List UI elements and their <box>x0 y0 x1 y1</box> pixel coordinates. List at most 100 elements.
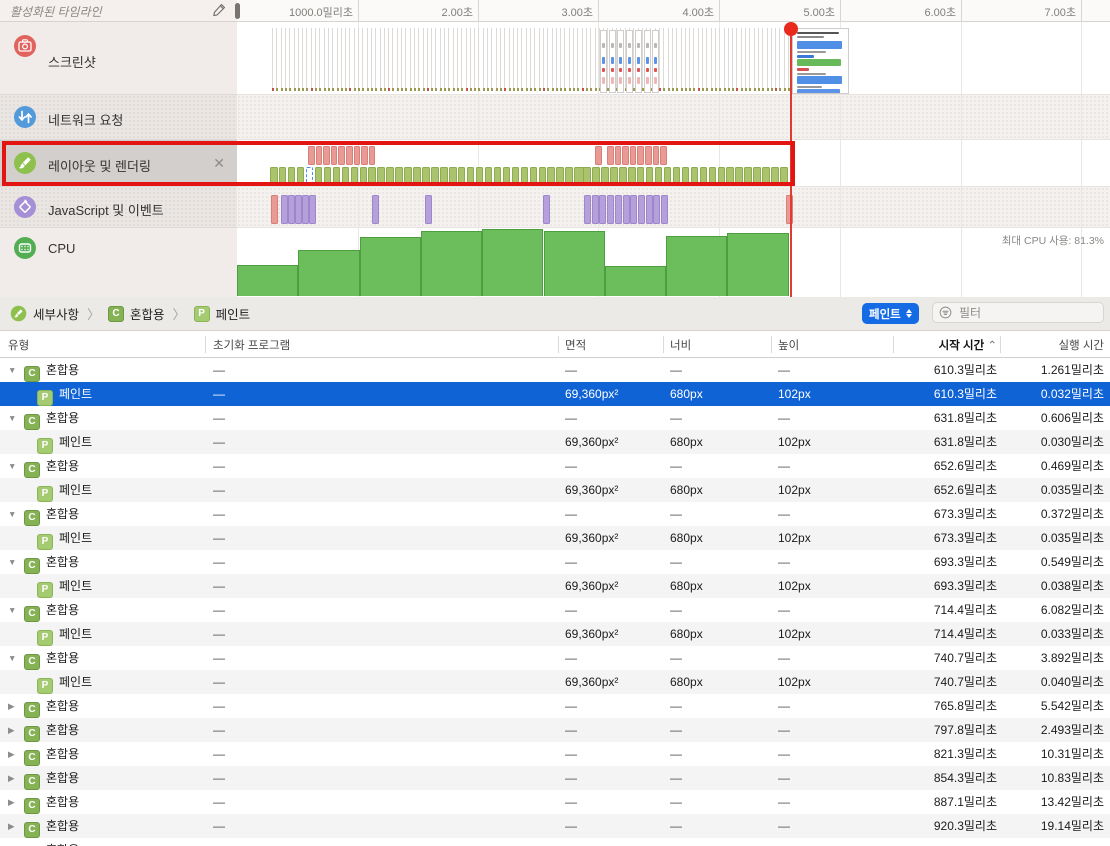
script-record-bar[interactable] <box>295 195 302 224</box>
paint-record-bar[interactable] <box>467 167 475 184</box>
paint-record-bar[interactable] <box>610 167 618 184</box>
paint-record-bar[interactable] <box>726 167 734 184</box>
layout-record-bar[interactable] <box>338 146 345 165</box>
screenshot-frame-line[interactable] <box>560 28 561 90</box>
screenshot-frame-line[interactable] <box>672 28 673 90</box>
table-row[interactable]: ▶C혼합용———— <box>0 838 1110 846</box>
table-row[interactable]: ▼C혼합용————693.3밀리초0.549밀리초 <box>0 550 1110 574</box>
script-record-bar[interactable] <box>592 195 599 224</box>
screenshot-frame-line[interactable] <box>676 28 677 90</box>
screenshot-frame-line[interactable] <box>306 28 307 90</box>
screenshot-frame-line[interactable] <box>724 28 725 90</box>
paint-record-bar[interactable] <box>539 167 547 184</box>
screenshot-frame-line[interactable] <box>294 28 295 90</box>
script-record-bar[interactable] <box>646 195 653 224</box>
paint-record-bar[interactable] <box>404 167 412 184</box>
script-record-bar[interactable] <box>599 195 606 224</box>
paint-record-bar[interactable] <box>565 167 573 184</box>
paint-record-bar[interactable] <box>333 167 341 184</box>
screenshot-frame-line[interactable] <box>380 28 381 90</box>
column-divider[interactable] <box>205 336 206 353</box>
screenshot-frame-line[interactable] <box>595 28 596 90</box>
playhead-handle[interactable] <box>784 22 798 36</box>
script-record-bar[interactable] <box>271 195 278 224</box>
paint-record-bar[interactable] <box>360 167 368 184</box>
layout-record-bar[interactable] <box>354 146 361 165</box>
layout-record-bar[interactable] <box>316 146 323 165</box>
screenshot-frame-line[interactable] <box>461 28 462 90</box>
paint-record-bar[interactable] <box>485 167 493 184</box>
screenshot-frame-line[interactable] <box>349 28 350 90</box>
screenshot-frame-line[interactable] <box>577 28 578 90</box>
paint-record-bar[interactable] <box>530 167 538 184</box>
screenshot-frame-line[interactable] <box>440 28 441 90</box>
table-row[interactable]: P페인트—69,360px²680px102px652.6밀리초0.035밀리초 <box>0 478 1110 502</box>
column-header-start-time[interactable]: 시작 시간 ⌃ <box>939 337 997 353</box>
screenshot-mini-thumbnail[interactable] <box>617 30 624 93</box>
screenshot-frame-line[interactable] <box>401 28 402 90</box>
column-header-width[interactable]: 너비 <box>670 337 691 353</box>
screenshot-frame-line[interactable] <box>513 28 514 90</box>
screenshot-frame-line[interactable] <box>319 28 320 90</box>
screenshot-frame-line[interactable] <box>715 28 716 90</box>
screenshot-frame-line[interactable] <box>281 28 282 90</box>
column-divider[interactable] <box>558 336 559 353</box>
screenshots-track[interactable] <box>237 22 1110 95</box>
paint-record-bar[interactable] <box>646 167 654 184</box>
sidebar-item-screenshots[interactable]: 스크린샷 <box>0 22 237 95</box>
playhead-line[interactable] <box>790 22 792 297</box>
screenshot-frame-line[interactable] <box>448 28 449 90</box>
paint-record-bar[interactable] <box>503 167 511 184</box>
paint-record-bar[interactable] <box>342 167 350 184</box>
screenshot-frame-line[interactable] <box>530 28 531 90</box>
screenshot-mini-thumbnail[interactable] <box>635 30 642 93</box>
filter-field[interactable] <box>932 302 1104 323</box>
paint-record-bar[interactable] <box>395 167 403 184</box>
paint-record-bar[interactable] <box>682 167 690 184</box>
layout-record-bar[interactable] <box>331 146 338 165</box>
paint-record-bar[interactable] <box>655 167 663 184</box>
script-record-bar[interactable] <box>638 195 645 224</box>
paint-record-bar[interactable] <box>458 167 466 184</box>
column-divider[interactable] <box>1000 336 1001 353</box>
cpu-usage-bar[interactable] <box>237 265 298 296</box>
screenshot-frame-line[interactable] <box>779 28 780 90</box>
screenshot-frame-line[interactable] <box>663 28 664 90</box>
layout-record-bar[interactable] <box>653 146 660 165</box>
screenshot-mini-thumbnail[interactable] <box>652 30 659 93</box>
paint-record-bar[interactable] <box>324 167 332 184</box>
column-divider[interactable] <box>893 336 894 353</box>
screenshot-frame-line[interactable] <box>564 28 565 90</box>
screenshot-frame-line[interactable] <box>478 28 479 90</box>
screenshot-frame-line[interactable] <box>487 28 488 90</box>
screenshot-frame-line[interactable] <box>762 28 763 90</box>
table-row[interactable]: ▶C혼합용————854.3밀리초10.83밀리초 <box>0 766 1110 790</box>
disclosure-collapsed-icon[interactable]: ▶ <box>8 718 20 742</box>
script-record-bar[interactable] <box>425 195 432 224</box>
paint-record-bar[interactable] <box>691 167 699 184</box>
table-row[interactable]: P페인트—69,360px²680px102px714.4밀리초0.033밀리초 <box>0 622 1110 646</box>
screenshot-frame-line[interactable] <box>586 28 587 90</box>
screenshot-frame-line[interactable] <box>315 28 316 90</box>
screenshot-thumbnail[interactable] <box>792 28 849 94</box>
paint-record-bar[interactable] <box>628 167 636 184</box>
disclosure-collapsed-icon[interactable]: ▶ <box>8 766 20 790</box>
close-icon[interactable]: ✕ <box>213 155 225 172</box>
screenshot-frame-line[interactable] <box>582 28 583 90</box>
screenshot-frame-line[interactable] <box>526 28 527 90</box>
screenshot-frame-line[interactable] <box>711 28 712 90</box>
script-record-bar[interactable] <box>584 195 591 224</box>
network-track[interactable] <box>237 95 1110 140</box>
screenshot-frame-line[interactable] <box>758 28 759 90</box>
screenshot-frame-line[interactable] <box>736 28 737 90</box>
disclosure-collapsed-icon[interactable]: ▶ <box>8 838 20 846</box>
screenshot-frame-line[interactable] <box>328 28 329 90</box>
screenshot-frame-line[interactable] <box>741 28 742 90</box>
screenshot-frame-line[interactable] <box>547 28 548 90</box>
screenshot-frame-line[interactable] <box>435 28 436 90</box>
script-record-bar[interactable] <box>653 195 660 224</box>
paint-record-bar[interactable] <box>297 167 305 184</box>
table-row[interactable]: ▼C혼합용————673.3밀리초0.372밀리초 <box>0 502 1110 526</box>
layout-record-bar[interactable] <box>622 146 629 165</box>
timeline-ruler[interactable]: 1000.0밀리초2.00초3.00초4.00초5.00초6.00초7.00초 <box>237 0 1110 22</box>
